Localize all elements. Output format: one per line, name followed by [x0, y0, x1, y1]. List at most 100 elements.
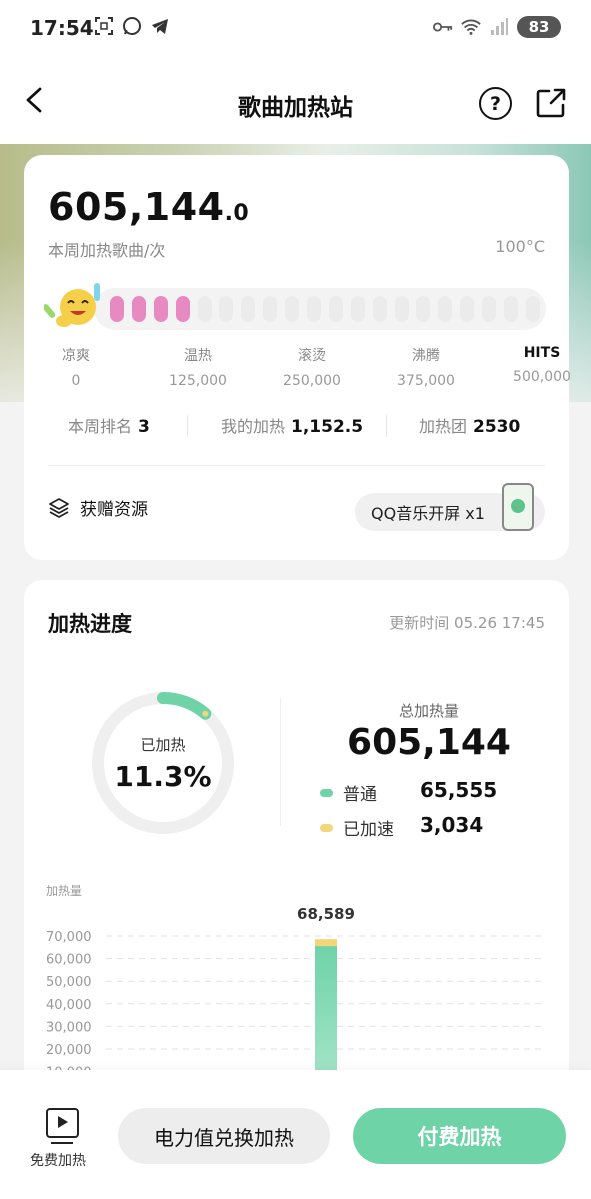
- heat-segment: [241, 296, 256, 322]
- scale-name: 沸腾: [412, 348, 440, 364]
- bar-accelerated: [315, 939, 337, 947]
- free-heat-label[interactable]: 免费加热: [30, 1150, 86, 1170]
- total-heat-value: 605,144: [347, 722, 511, 763]
- bottom-action-bar: 免费加热 电力值兑换加热 付费加热: [0, 1070, 591, 1199]
- heat-progress-segments: [110, 296, 540, 322]
- gifted-resources[interactable]: 获赠资源: [48, 495, 148, 520]
- divider: [48, 465, 545, 466]
- whatsapp-icon: [122, 16, 142, 36]
- legend-name: 已加速: [343, 820, 394, 840]
- scale-level-warm: 温热 125,000: [158, 345, 238, 389]
- status-time: 17:54: [30, 16, 94, 40]
- scale-level-hits: HITS 500,000: [502, 345, 582, 385]
- heat-segment: [285, 296, 300, 322]
- heat-summary-card: 605,144.0 本周加热歌曲/次 100°C 凉爽 0 温热 125,000…: [24, 155, 571, 560]
- y-tick-label: 30,000: [46, 1020, 92, 1035]
- scale-name: 温热: [184, 348, 212, 364]
- scale-value: 375,000: [397, 373, 455, 389]
- heat-segment: [394, 296, 409, 322]
- scale-name: 凉爽: [62, 348, 90, 364]
- heat-segment: [263, 296, 278, 322]
- layers-icon: [49, 497, 69, 518]
- key-icon: [433, 17, 453, 37]
- screenshot-icon: [94, 16, 114, 36]
- donut-tip: [202, 710, 209, 717]
- heat-segment: [328, 296, 343, 322]
- update-time: 更新时间 05.26 17:45: [389, 614, 545, 632]
- heat-segment: [197, 296, 212, 322]
- weekly-heat-total-main: 605,144: [48, 185, 225, 229]
- stat-value: 1,152.5: [291, 417, 364, 437]
- heat-segment: [175, 296, 190, 322]
- telegram-icon: [150, 16, 170, 36]
- y-tick-label: 40,000: [46, 998, 92, 1013]
- heat-segment: [350, 296, 365, 322]
- y-tick-label: 70,000: [46, 930, 92, 945]
- status-bar: 17:54 83: [0, 0, 591, 56]
- y-tick-label: 20,000: [46, 1043, 92, 1058]
- y-tick-label: 60,000: [46, 953, 92, 968]
- gifted-resources-label: 获赠资源: [80, 500, 148, 520]
- legend-dot: [320, 788, 333, 797]
- legend-dot: [320, 823, 333, 832]
- stat-label: 加热团: [419, 417, 468, 436]
- y-tick-label: 50,000: [46, 975, 92, 990]
- scale-value: 500,000: [513, 369, 571, 385]
- heat-segment: [219, 296, 234, 322]
- donut-arc: [157, 692, 212, 720]
- scale-value: 0: [71, 373, 81, 389]
- stat-label: 本周排名: [68, 417, 133, 436]
- phone-splash-icon: [502, 483, 534, 531]
- divider: [187, 415, 188, 437]
- scale-value: 250,000: [283, 373, 341, 389]
- divider: [280, 698, 281, 826]
- weekly-heat-label: 本周加热歌曲/次: [48, 241, 166, 260]
- stats-row: 本周排名 3 我的加热 1,152.5 加热团 2530: [24, 413, 569, 443]
- nav-bar: 歌曲加热站 ?: [0, 56, 591, 144]
- legend-value: 3,034: [420, 813, 484, 837]
- legend-value: 65,555: [420, 778, 498, 802]
- donut-label: 已加热: [140, 736, 186, 754]
- resource-pill-label: QQ音乐开屏 x1: [371, 504, 485, 523]
- exchange-heat-button[interactable]: 电力值兑换加热: [118, 1108, 330, 1164]
- heat-segment: [482, 296, 497, 322]
- weekly-heat-total-decimal: .0: [224, 201, 250, 226]
- mascot-icon: [42, 281, 108, 333]
- battery-icon: 83: [517, 16, 561, 38]
- legend-name: 普通: [343, 785, 377, 805]
- share-icon[interactable]: [535, 87, 567, 119]
- section-title: 加热进度: [48, 612, 132, 636]
- legend-normal: 普通 65,555: [320, 778, 497, 805]
- heat-segment: [416, 296, 431, 322]
- status-notification-icons: [94, 16, 170, 36]
- donut-percentage: 11.3%: [114, 760, 212, 793]
- heat-segment: [504, 296, 519, 322]
- chart-y-axis-label: 加热量: [46, 884, 83, 898]
- divider: [386, 415, 387, 437]
- help-icon[interactable]: ?: [479, 87, 512, 120]
- stat-my-heat[interactable]: 我的加热 1,152.5: [221, 413, 363, 437]
- heat-segment: [307, 296, 322, 322]
- heat-segment: [131, 296, 146, 322]
- status-system-icons: 83: [433, 16, 561, 38]
- heat-segment: [460, 296, 475, 322]
- heat-segment: [372, 296, 387, 322]
- scale-value: 125,000: [169, 373, 227, 389]
- heat-segment: [153, 296, 168, 322]
- scale-name: 滚烫: [298, 348, 326, 364]
- stat-heat-group[interactable]: 加热团 2530: [419, 413, 520, 437]
- total-heat-label: 总加热量: [398, 702, 459, 720]
- scale-name: HITS: [523, 345, 561, 361]
- legend-accelerated: 已加速 3,034: [320, 813, 483, 840]
- heat-segment: [110, 296, 124, 322]
- temperature-label: 100°C: [495, 237, 545, 256]
- signal-icon: [489, 17, 509, 37]
- heat-segment: [438, 296, 453, 322]
- weekly-heat-total: 605,144.0: [48, 185, 249, 229]
- paid-heat-button[interactable]: 付费加热: [353, 1108, 566, 1164]
- play-video-icon[interactable]: [46, 1108, 79, 1144]
- stat-label: 我的加热: [221, 417, 286, 436]
- stat-value: 3: [138, 417, 150, 437]
- stat-weekly-rank[interactable]: 本周排名 3: [68, 413, 150, 437]
- wifi-icon: [461, 17, 481, 37]
